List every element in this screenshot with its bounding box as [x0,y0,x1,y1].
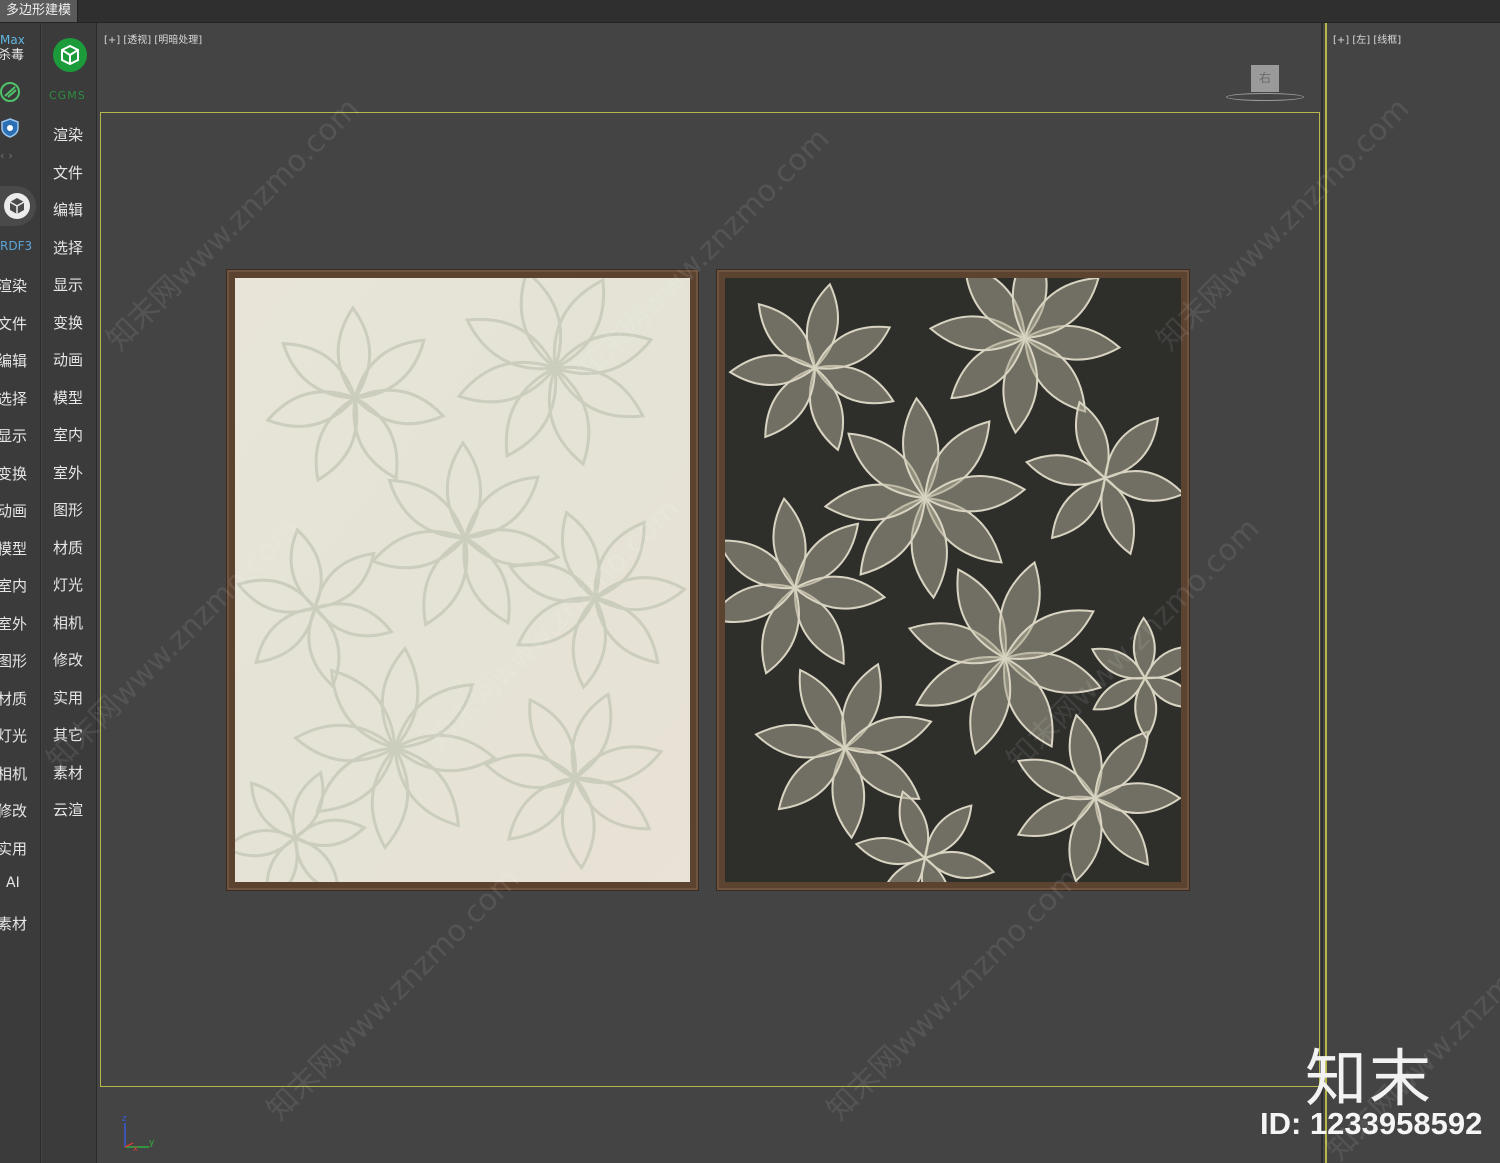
viewport-label[interactable]: [+] [透视] [明暗处理] [104,31,202,46]
mid-menu-item[interactable]: 变换 [53,312,83,333]
mid-menu-item[interactable]: 灯光 [53,574,83,595]
brand-logo: 知末 [1305,1042,1434,1115]
cube-icon [4,193,30,219]
cgms-logo[interactable] [53,38,87,72]
viewcube[interactable]: 右 [1222,65,1304,105]
left-menu-item[interactable]: 修改 [0,800,27,821]
axis-y-label: y [149,1138,155,1148]
mid-menu-item[interactable]: 室外 [53,462,83,483]
viewcube-ring[interactable] [1226,93,1304,101]
left-menu-item[interactable]: 灯光 [0,725,27,746]
left-menu-item[interactable]: 室外 [0,613,27,634]
floral-relief-pattern-light [235,278,690,882]
perspective-viewport[interactable]: [+] [透视] [明暗处理] 右 z y x [97,23,1323,1163]
frame-left-painting[interactable] [227,270,698,890]
mid-menu-item[interactable]: 显示 [53,274,83,295]
viewcube-face[interactable]: 右 [1251,65,1279,92]
mid-menu-item[interactable]: 文件 [53,162,83,183]
axis-x-label: x [133,1144,138,1151]
left-menu-item[interactable]: 相机 [0,763,27,784]
mid-menu-item[interactable]: 动画 [53,349,83,370]
mid-menu-item[interactable]: 图形 [53,499,83,520]
max-antivirus-badge[interactable]: Max 杀毒 [0,33,30,69]
mid-menu-item[interactable]: 其它 [53,724,83,745]
left-menu-item[interactable]: 动画 [0,500,27,521]
mid-menu-item[interactable]: 选择 [53,237,83,258]
mid-menu-item[interactable]: 云渲 [53,799,83,820]
axis-z-label: z [122,1114,127,1124]
left-plugin-panel: Max 杀毒 ‹› RDF3 渲染文件编辑选择显示变换动画模型室内室外图形材质灯… [0,23,41,1163]
cgms-label: CGMS [49,89,86,102]
mid-menu-item[interactable]: 材质 [53,537,83,558]
left-menu-item[interactable]: 素材 [0,913,27,934]
frame-right-painting[interactable] [717,270,1189,890]
cube-plugin-button[interactable] [0,186,36,226]
cgms-menu-panel: CGMS 渲染文件编辑选择显示变换动画模型室内室外图形材质灯光相机修改实用其它素… [42,23,97,1163]
mid-menu-item[interactable]: 素材 [53,762,83,783]
ribbon-tab-poly-modeling[interactable]: 多边形建模 [0,0,79,22]
left-menu-item[interactable]: 渲染 [0,275,27,296]
mid-menu-item[interactable]: 模型 [53,387,83,408]
mid-menu-item[interactable]: 编辑 [53,199,83,220]
mid-menu-item[interactable]: 修改 [53,649,83,670]
left-menu-item[interactable]: 实用 [0,838,27,859]
left-menu-item[interactable]: AI [6,875,20,891]
ribbon-bar: 多边形建模 [0,0,1500,23]
rdf3-label: RDF3 [0,239,33,253]
brand-id: ID: 1233958592 [1260,1106,1483,1141]
left-menu-item[interactable]: 变换 [0,463,27,484]
badge-line2: 杀毒 [0,48,25,63]
floral-pattern-dark [725,278,1181,882]
mid-menu-item[interactable]: 室内 [53,424,83,445]
left-menu-item[interactable]: 图形 [0,650,27,671]
viewport-right-label[interactable]: [+] [左] [线框] [1333,31,1401,46]
cgms-cube-icon [61,44,79,66]
shield-icon[interactable] [0,117,22,139]
left-menu-item[interactable]: 显示 [0,425,27,446]
axis-tripod-icon: z y x [122,1114,155,1151]
canvas-dark-floral [725,278,1181,882]
badge-line1: Max [0,33,25,47]
left-menu-item[interactable]: 选择 [0,388,27,409]
left-menu-item[interactable]: 编辑 [0,350,27,371]
left-menu-item[interactable]: 材质 [0,688,27,709]
canvas-light-relief [235,278,690,882]
mid-menu-item[interactable]: 相机 [53,612,83,633]
collapse-arrows-icon[interactable]: ‹› [0,149,17,162]
max-ui: 多边形建模 Max 杀毒 ‹› RDF3 渲染 文件 编辑 选择 显示 变换 动画 模型 室内室… [0,0,1500,1163]
mid-menu-item[interactable]: 渲染 [53,124,83,145]
left-menu-item[interactable]: 室内 [0,575,27,596]
mid-menu-item[interactable]: 实用 [53,687,83,708]
left-menu-item[interactable]: 文件 [0,313,27,334]
left-view-viewport[interactable]: [+] [左] [线框] [1325,23,1500,1163]
left-menu-item[interactable]: 模型 [0,538,27,559]
leaf-shield-icon[interactable] [0,81,22,103]
